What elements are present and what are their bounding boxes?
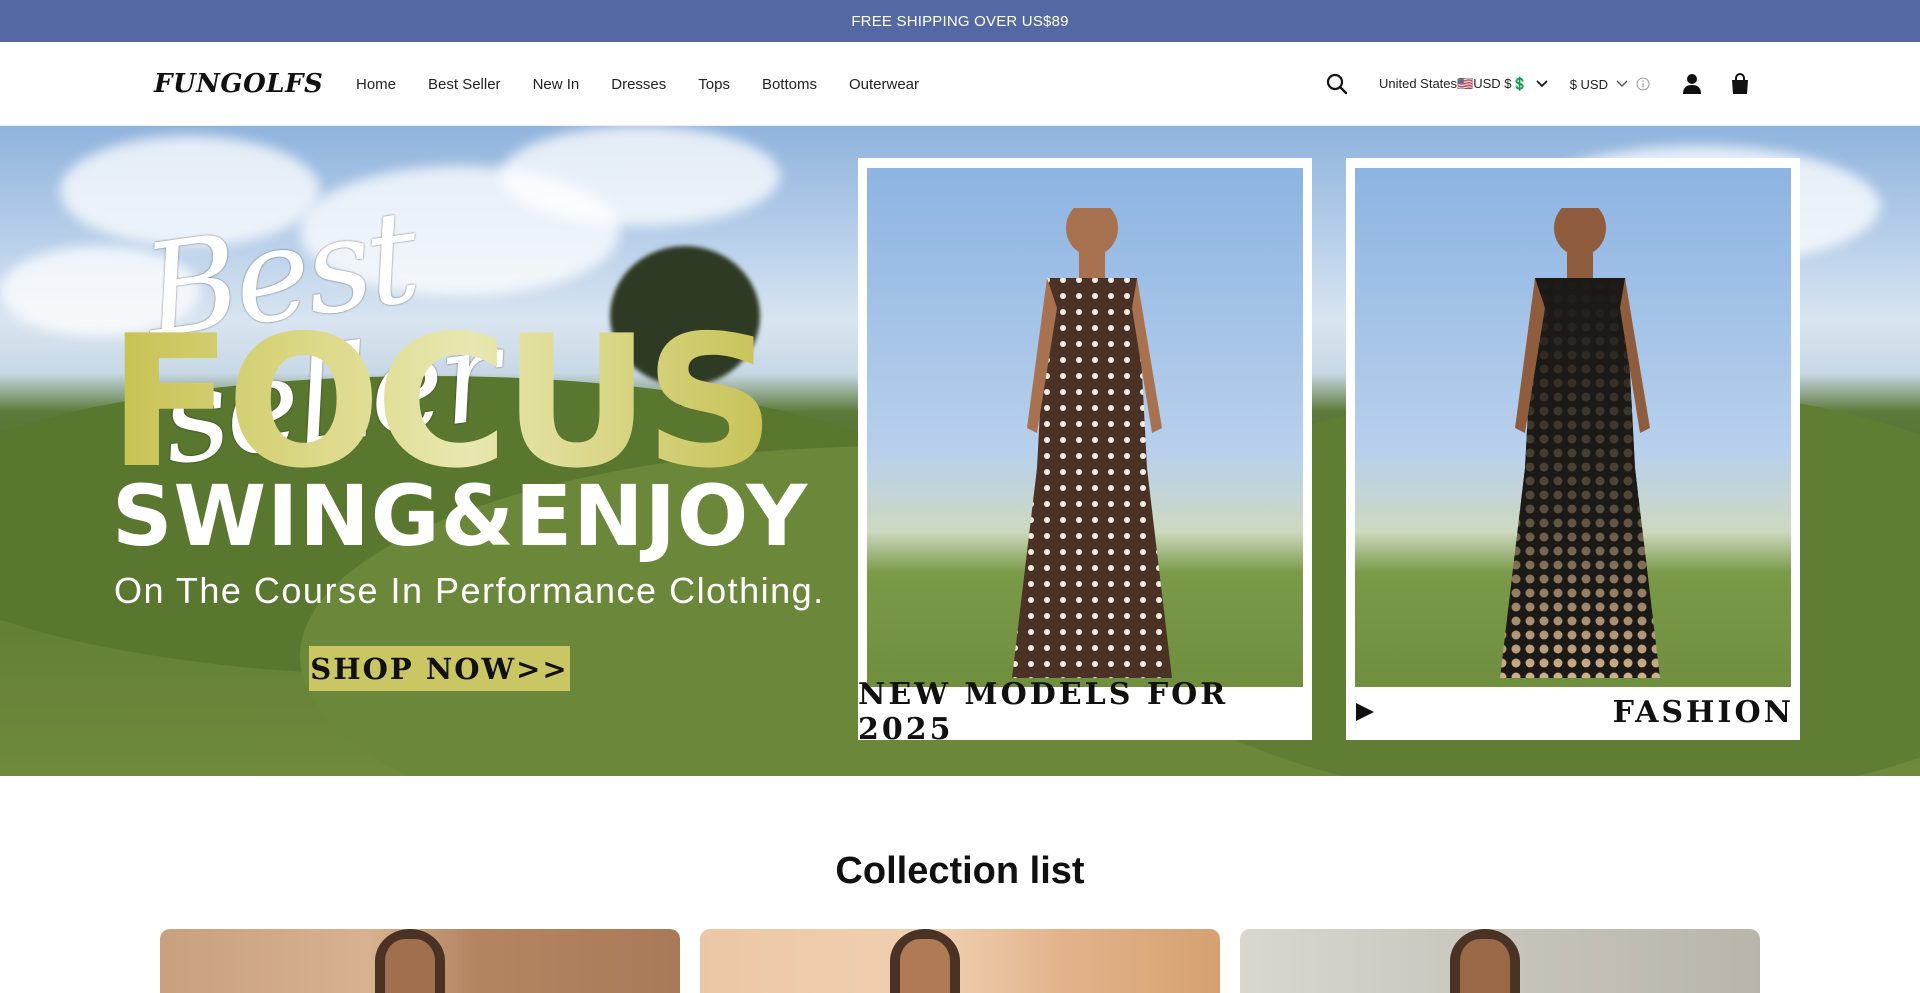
- model-face: [385, 939, 435, 993]
- collection-title: Collection list: [835, 850, 1085, 892]
- currency-selector-label: $ USD: [1569, 76, 1608, 92]
- card-label-row: FASHION: [1346, 692, 1800, 732]
- polka-dot-dress-image: [1012, 208, 1172, 678]
- hero-card-new-models[interactable]: NEW MODELS FOR 2025: [858, 158, 1312, 747]
- hero-headline: FOCUS: [108, 296, 775, 508]
- announcement-bar: FREE SHIPPING OVER US$89: [0, 0, 1920, 42]
- site-header: FUNGOLFS Home Best Seller New In Dresses…: [0, 42, 1920, 126]
- nav-tops[interactable]: Tops: [698, 76, 730, 93]
- collection-card[interactable]: [1240, 929, 1760, 993]
- card-label: FASHION: [1612, 694, 1794, 730]
- search-icon[interactable]: [1325, 72, 1349, 96]
- play-icon[interactable]: [1354, 701, 1376, 723]
- model-face: [1460, 939, 1510, 993]
- account-icon[interactable]: [1680, 72, 1704, 96]
- card-label: NEW MODELS FOR 2025: [858, 677, 1229, 747]
- main-nav: Home Best Seller New In Dresses Tops Bot…: [356, 42, 951, 126]
- country-selector-label: United States🇺🇸USD $💲: [1378, 76, 1528, 91]
- logo-text: FUNGOLFS: [154, 69, 324, 99]
- currency-selector[interactable]: $ USD: [1570, 77, 1628, 92]
- collection-card[interactable]: [700, 929, 1220, 993]
- cart-icon[interactable]: [1728, 72, 1752, 96]
- nav-outerwear[interactable]: Outerwear: [849, 76, 919, 93]
- gradient-dot-dress-image: [1500, 208, 1660, 678]
- hero-subheadline: SWING&ENJOY: [112, 467, 809, 565]
- country-selector[interactable]: United States🇺🇸USD $💲: [1379, 76, 1548, 92]
- collection-card[interactable]: [160, 929, 680, 993]
- nav-bottoms[interactable]: Bottoms: [762, 76, 817, 93]
- hero-banner: Best seller FOCUS SWING&ENJOY On The Cou…: [0, 126, 1920, 776]
- nav-dresses[interactable]: Dresses: [611, 76, 666, 93]
- hero-card-fashion[interactable]: FASHION: [1346, 158, 1800, 740]
- info-icon[interactable]: [1636, 77, 1650, 91]
- nav-best-seller[interactable]: Best Seller: [428, 76, 501, 93]
- model-face: [900, 939, 950, 993]
- shop-now-button[interactable]: SHOP NOW>>: [309, 646, 570, 691]
- chevron-down-icon: [1616, 80, 1628, 87]
- hero-tagline: On The Course In Performance Clothing.: [114, 570, 825, 611]
- logo[interactable]: FUNGOLFS: [154, 56, 323, 112]
- nav-new-in[interactable]: New In: [533, 76, 580, 93]
- header-actions: United States🇺🇸USD $💲 $ USD: [1325, 42, 1752, 126]
- product-image: [867, 168, 1303, 687]
- announcement-text: FREE SHIPPING OVER US$89: [851, 12, 1069, 30]
- product-image: [1355, 168, 1791, 687]
- nav-home[interactable]: Home: [356, 76, 396, 93]
- chevron-down-icon: [1536, 80, 1548, 88]
